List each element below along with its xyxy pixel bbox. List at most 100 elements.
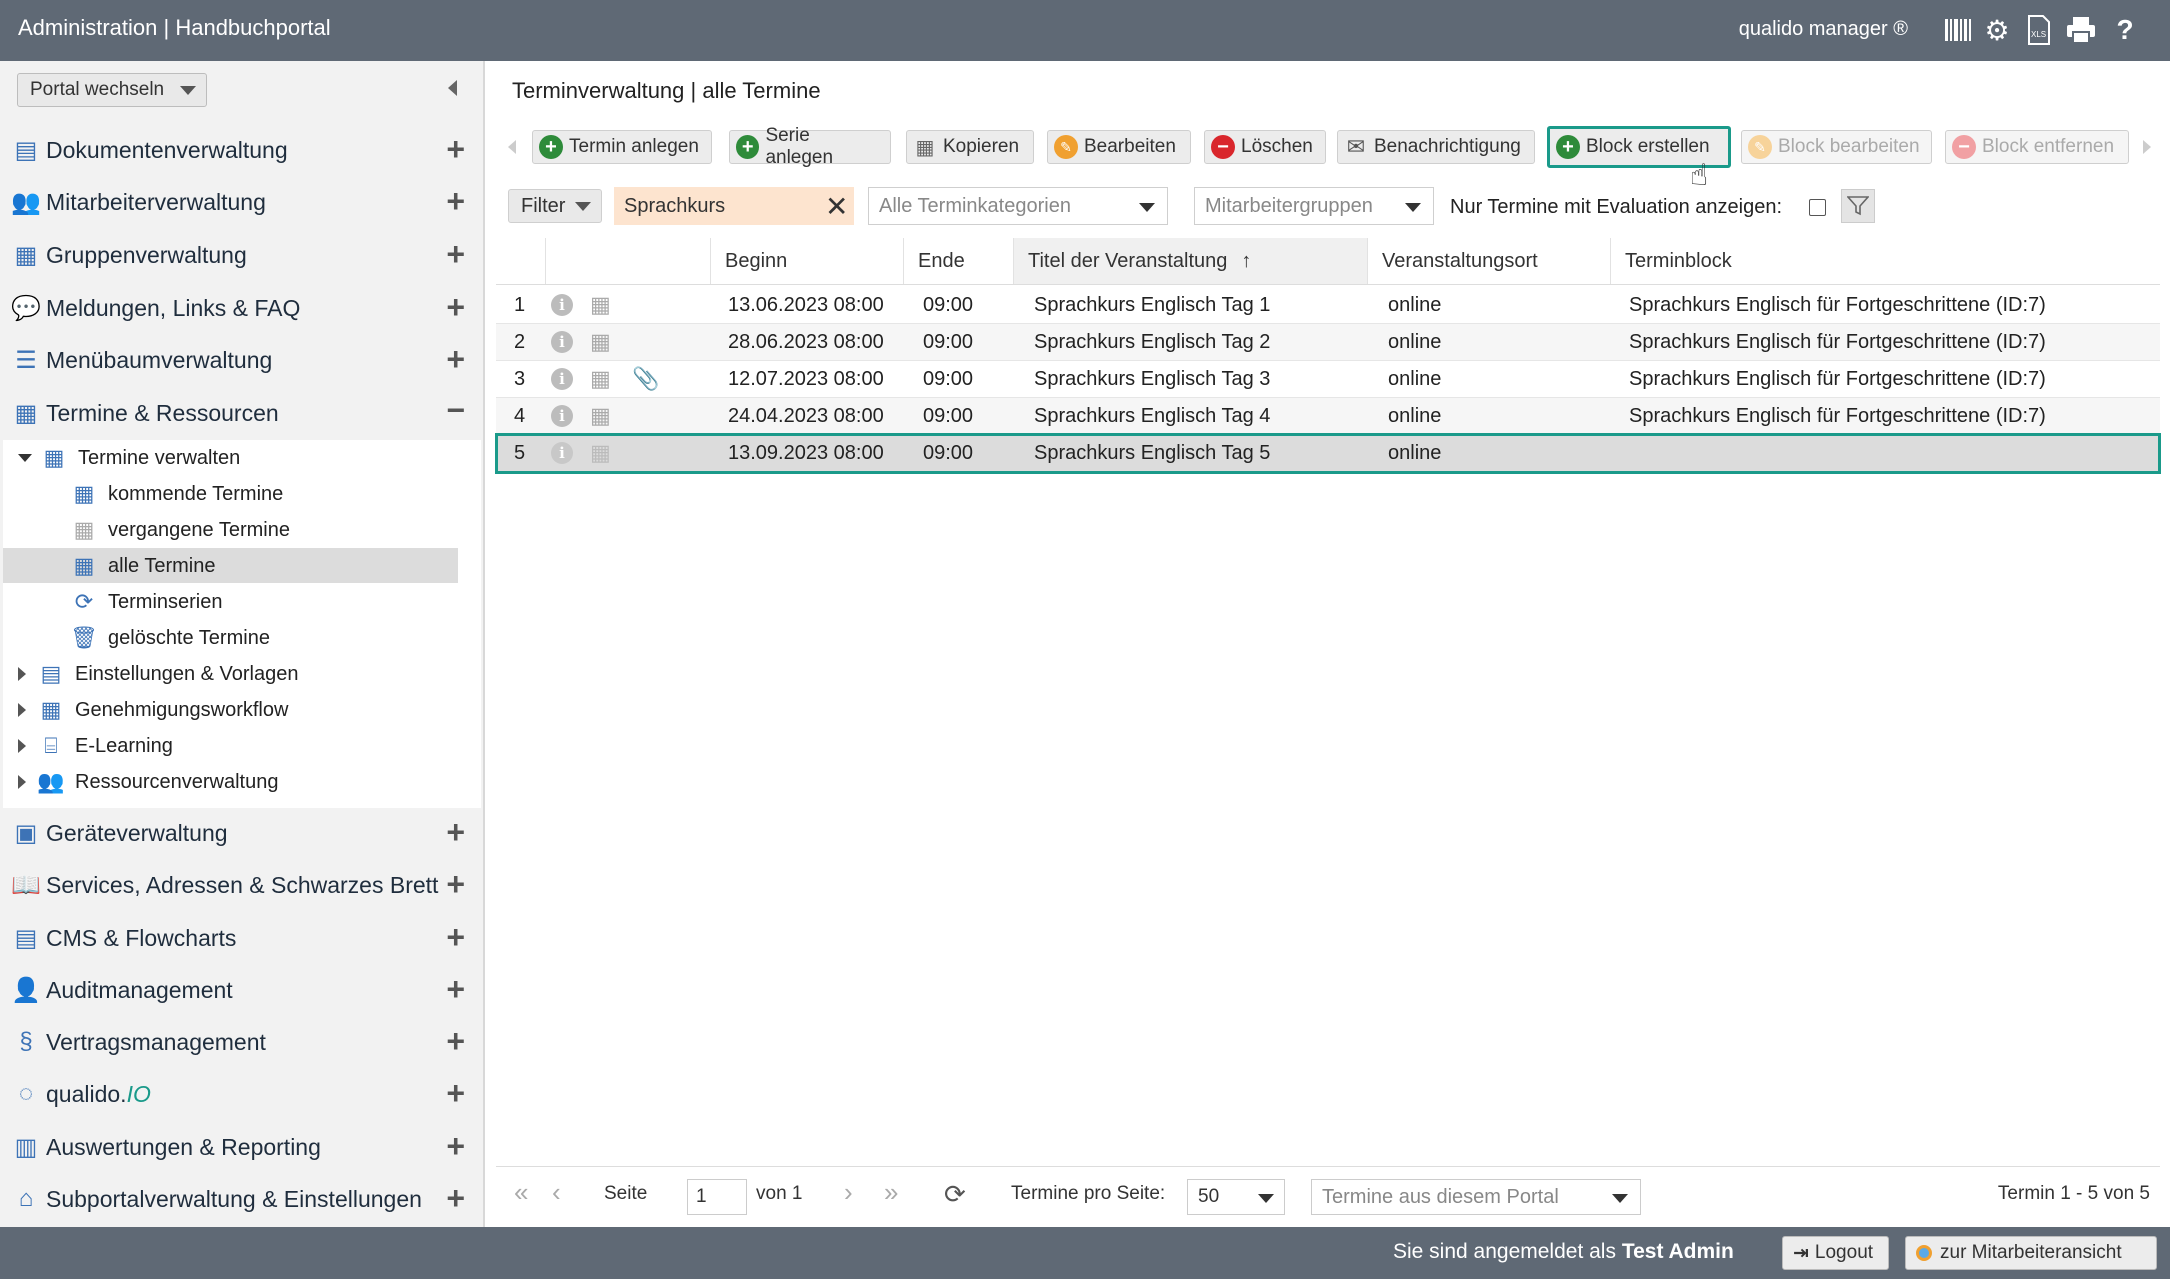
block-bearbeiten-button[interactable]: ✎ Block bearbeiten — [1741, 130, 1932, 164]
next-page-icon[interactable]: › — [844, 1177, 853, 1208]
expand-plus-icon[interactable]: + — [446, 1025, 465, 1057]
module-mitarbeiterverwaltung[interactable]: 👥 Mitarbeiterverwaltung + — [0, 176, 483, 228]
module-auditmanagement[interactable]: 👤 Auditmanagement + — [0, 964, 483, 1016]
toolbar-scroll-right-icon[interactable] — [2143, 140, 2151, 154]
module-geraeteverwaltung[interactable]: ▣ Geräteverwaltung + — [0, 807, 483, 859]
column-header-terminblock[interactable]: Terminblock — [1611, 238, 2160, 284]
expand-triangle-icon[interactable] — [18, 739, 26, 753]
expand-plus-icon[interactable]: + — [446, 185, 465, 217]
module-vertragsmanagement[interactable]: § Vertragsmanagement + — [0, 1016, 483, 1068]
clear-search-icon[interactable]: ✕ — [825, 190, 848, 223]
expand-triangle-icon[interactable] — [18, 775, 26, 789]
expand-triangle-icon[interactable] — [18, 703, 26, 717]
expand-plus-icon[interactable]: + — [446, 1130, 465, 1162]
column-header-ort[interactable]: Veranstaltungsort — [1368, 238, 1611, 284]
table-row-selected[interactable]: 5 i ▦ 13.09.2023 08:00 09:00 Sprachkurs … — [495, 433, 2161, 474]
calendar-icon[interactable]: ▦ — [590, 324, 611, 360]
barcode-icon[interactable] — [1942, 13, 1976, 47]
module-services[interactable]: 📖 Services, Adressen & Schwarzes Brett + — [0, 859, 483, 911]
collapse-minus-icon[interactable]: − — [446, 394, 465, 426]
calendar-icon[interactable]: ▦ — [590, 398, 611, 434]
module-cms[interactable]: ▤ CMS & Flowcharts + — [0, 912, 483, 964]
module-subportalverwaltung[interactable]: ⌂ Subportalverwaltung & Einstellungen + — [0, 1173, 483, 1225]
employee-view-button[interactable]: zur Mitarbeiteransicht — [1905, 1236, 2157, 1270]
table-row[interactable]: 4 i ▦ 24.04.2023 08:00 09:00 Sprachkurs … — [496, 398, 2160, 435]
expand-plus-icon[interactable]: + — [446, 1182, 465, 1214]
table-row[interactable]: 1 i ▦ 13.06.2023 08:00 09:00 Sprachkurs … — [496, 287, 2160, 324]
expand-plus-icon[interactable]: + — [446, 343, 465, 375]
per-page-select[interactable]: 50 — [1187, 1179, 1285, 1215]
expand-plus-icon[interactable]: + — [446, 868, 465, 900]
table-row[interactable]: 2 i ▦ 28.06.2023 08:00 09:00 Sprachkurs … — [496, 324, 2160, 361]
settings-gears-icon[interactable]: ⚙ — [1980, 13, 2014, 47]
expand-plus-icon[interactable]: + — [446, 291, 465, 323]
info-icon[interactable]: i — [551, 398, 573, 434]
column-header-beginn[interactable]: Beginn — [711, 238, 904, 284]
refresh-icon[interactable]: ⟳ — [944, 1179, 966, 1210]
tree-label: E-Learning — [75, 734, 173, 757]
benachrichtigung-button[interactable]: ✉ Benachrichtigung — [1337, 130, 1535, 164]
column-header-ende[interactable]: Ende — [904, 238, 1014, 284]
module-auswertungen[interactable]: ▥ Auswertungen & Reporting + — [0, 1121, 483, 1173]
expand-plus-icon[interactable]: + — [446, 133, 465, 165]
calendar-icon[interactable]: ▦ — [590, 361, 611, 397]
table-row[interactable]: 3 i ▦ 📎 12.07.2023 08:00 09:00 Sprachkur… — [496, 361, 2160, 398]
tree-termine-verwalten[interactable]: ▦ Termine verwalten — [18, 441, 240, 475]
expand-plus-icon[interactable]: + — [446, 921, 465, 953]
tree-genehmigungsworkflow[interactable]: ▦ Genehmigungsworkflow — [18, 693, 288, 727]
module-termine-ressourcen[interactable]: ▦ Termine & Ressourcen − — [0, 387, 483, 439]
kopieren-button[interactable]: ▦ Kopieren — [906, 130, 1034, 164]
portal-filter-select[interactable]: Termine aus diesem Portal — [1311, 1179, 1641, 1215]
serie-anlegen-button[interactable]: + Serie anlegen — [729, 125, 891, 168]
expand-plus-icon[interactable]: + — [446, 973, 465, 1005]
tree-terminserien[interactable]: ⟳ Terminserien — [70, 585, 223, 619]
portal-switch-dropdown[interactable]: Portal wechseln — [17, 73, 207, 107]
print-icon[interactable] — [2064, 13, 2098, 47]
module-menuebaumverwaltung[interactable]: ☰ Menübaumverwaltung + — [0, 334, 483, 386]
tree-einstellungen-vorlagen[interactable]: ▤ Einstellungen & Vorlagen — [18, 657, 299, 691]
termin-anlegen-button[interactable]: + Termin anlegen — [532, 130, 712, 164]
module-gruppenverwaltung[interactable]: ▦ Gruppenverwaltung + — [0, 229, 483, 281]
expand-plus-icon[interactable]: + — [446, 238, 465, 270]
info-icon[interactable]: i — [551, 361, 573, 397]
block-entfernen-button[interactable]: − Block entfernen — [1945, 130, 2129, 164]
loeschen-button[interactable]: − Löschen — [1204, 130, 1326, 164]
collapse-sidebar-icon[interactable] — [448, 80, 457, 96]
employee-group-select[interactable]: Mitarbeitergruppen — [1194, 187, 1434, 225]
bearbeiten-button[interactable]: ✎ Bearbeiten — [1047, 130, 1191, 164]
xlsx-export-icon[interactable]: XLS — [2022, 13, 2056, 47]
first-page-icon[interactable]: « — [514, 1177, 528, 1208]
expand-triangle-icon[interactable] — [18, 454, 32, 462]
calendar-icon[interactable]: ▦ — [590, 434, 611, 472]
module-meldungen[interactable]: 💬 Meldungen, Links & FAQ + — [0, 282, 483, 334]
tree-ressourcenverwaltung[interactable]: 👥 Ressourcenverwaltung — [18, 765, 278, 799]
info-icon[interactable]: i — [551, 324, 573, 360]
tree-vergangene-termine[interactable]: ▦ vergangene Termine — [70, 513, 290, 547]
expand-plus-icon[interactable]: + — [446, 816, 465, 848]
template-icon: ▤ — [40, 661, 62, 686]
module-dokumentenverwaltung[interactable]: ▤ Dokumentenverwaltung + — [0, 124, 483, 176]
calendar-icon[interactable]: ▦ — [590, 287, 611, 323]
tree-geloeschte-termine[interactable]: 🗑 gelöschte Termine — [70, 621, 270, 655]
logout-button[interactable]: ⇥ Logout — [1782, 1236, 1889, 1270]
toolbar-scroll-left-icon[interactable] — [508, 140, 516, 154]
evaluation-checkbox[interactable] — [1809, 199, 1826, 216]
category-select[interactable]: Alle Terminkategorien — [868, 187, 1168, 225]
previous-page-icon[interactable]: ‹ — [552, 1177, 561, 1208]
search-input[interactable]: Sprachkurs — [614, 187, 854, 225]
help-icon[interactable]: ? — [2108, 13, 2142, 47]
expand-triangle-icon[interactable] — [18, 667, 26, 681]
filter-funnel-icon[interactable] — [1841, 189, 1875, 223]
info-icon[interactable]: i — [551, 434, 573, 472]
module-qualido-io[interactable]: ◌ qualido. IO + — [0, 1068, 483, 1120]
column-header-titel[interactable]: Titel der Veranstaltung ↑ — [1014, 238, 1368, 284]
tree-elearning[interactable]: ⌸ E-Learning — [18, 729, 173, 763]
last-page-icon[interactable]: » — [884, 1177, 898, 1208]
tree-kommende-termine[interactable]: ▦ kommende Termine — [70, 477, 284, 511]
filter-dropdown[interactable]: Filter — [508, 189, 602, 223]
tree-alle-termine[interactable]: ▦ alle Termine — [70, 549, 216, 583]
info-icon[interactable]: i — [551, 287, 573, 323]
paperclip-icon[interactable]: 📎 — [632, 361, 659, 397]
page-number-input[interactable]: 1 — [687, 1179, 747, 1215]
expand-plus-icon[interactable]: + — [446, 1077, 465, 1109]
